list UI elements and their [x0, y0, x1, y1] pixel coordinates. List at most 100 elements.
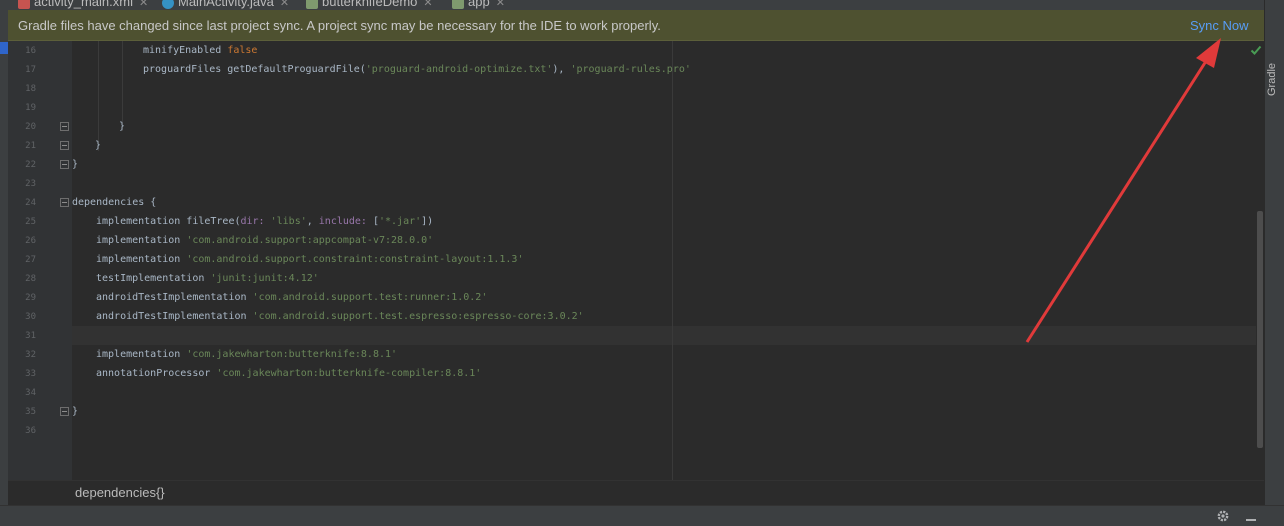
line-number: 32	[25, 350, 36, 360]
scrollbar-thumb[interactable]	[1257, 211, 1263, 448]
fold-marker[interactable]	[60, 122, 69, 131]
indent-guide	[98, 41, 99, 151]
code-line-25: implementation fileTree(dir: 'libs', inc…	[96, 212, 433, 231]
java-class-icon	[162, 0, 174, 9]
gradle-icon	[452, 0, 464, 9]
line-number: 35	[25, 407, 36, 417]
tab-butterknife-demo[interactable]: butterknifeDemo ✕	[306, 0, 433, 10]
gradle-sync-notification: Gradle files have changed since last pro…	[8, 10, 1264, 41]
code-string: 'junit:junit:4.12'	[210, 273, 319, 284]
tab-label: butterknifeDemo	[322, 0, 418, 9]
code-text: androidTestImplementation	[96, 311, 253, 322]
tab-activity-main-xml[interactable]: activity_main.xml ✕	[18, 0, 148, 10]
code-line-22: }	[72, 159, 79, 170]
code-text: implementation	[96, 235, 187, 246]
code-string: 'com.android.support.constraint:constrai…	[186, 254, 524, 265]
code-text: ,	[306, 216, 319, 227]
code-string: 'proguard-rules.pro'	[570, 64, 691, 75]
line-number: 25	[25, 217, 36, 227]
fold-marker[interactable]	[60, 407, 69, 416]
code-param: dir:	[240, 216, 271, 227]
right-margin-guide	[672, 41, 673, 480]
xml-file-icon	[18, 0, 30, 9]
code-line-16: minifyEnabled false	[143, 41, 257, 60]
line-number: 22	[25, 160, 36, 170]
code-text: implementation	[96, 254, 187, 265]
line-number: 19	[25, 103, 36, 113]
code-line-28: testImplementation 'junit:junit:4.12'	[96, 269, 319, 288]
line-number: 33	[25, 369, 36, 379]
close-icon[interactable]: ✕	[280, 0, 289, 9]
code-string: 'libs'	[270, 216, 307, 227]
code-param: include:	[318, 216, 373, 227]
line-number: 24	[25, 198, 36, 208]
line-number: 21	[25, 141, 36, 151]
line-number: 31	[25, 331, 36, 341]
gear-icon[interactable]	[1216, 509, 1230, 523]
code-text: ),	[552, 64, 571, 75]
breadcrumb-bar: dependencies{}	[8, 480, 1264, 506]
left-tool-strip	[0, 10, 8, 515]
close-icon[interactable]: ✕	[496, 0, 505, 9]
close-icon[interactable]: ✕	[423, 0, 432, 9]
code-string: '*.jar'	[379, 216, 422, 227]
notification-message: Gradle files have changed since last pro…	[18, 18, 661, 33]
line-number: 17	[25, 65, 36, 75]
code-string: 'com.android.support.test.espresso:espre…	[252, 311, 584, 322]
fold-marker[interactable]	[60, 198, 69, 207]
line-number: 16	[25, 46, 36, 56]
code-line-17: proguardFiles getDefaultProguardFile('pr…	[143, 60, 691, 79]
code-text: implementation	[96, 349, 187, 360]
minimize-icon[interactable]	[1244, 509, 1258, 523]
gradle-icon	[306, 0, 318, 9]
line-number: 28	[25, 274, 36, 284]
line-number: 18	[25, 84, 36, 94]
fold-marker[interactable]	[60, 160, 69, 169]
line-number: 36	[25, 426, 36, 436]
code-line-30: androidTestImplementation 'com.android.s…	[96, 307, 584, 326]
code-line-27: implementation 'com.android.support.cons…	[96, 250, 523, 269]
tab-label: activity_main.xml	[34, 0, 133, 9]
code-text: androidTestImplementation	[96, 292, 253, 303]
sync-now-link[interactable]: Sync Now	[1190, 18, 1249, 33]
line-number: 30	[25, 312, 36, 322]
caret-row-highlight	[72, 326, 1256, 345]
code-string: 'com.android.support.test:runner:1.0.2'	[252, 292, 488, 303]
code-editor[interactable]: minifyEnabled false proguardFiles getDef…	[72, 41, 1256, 480]
close-icon[interactable]: ✕	[139, 0, 148, 9]
code-line-20: }	[119, 121, 126, 132]
tab-label: MainActivity.java	[178, 0, 274, 9]
code-line-33: annotationProcessor 'com.jakewharton:but…	[96, 364, 481, 383]
status-bar	[0, 505, 1284, 526]
line-number: 23	[25, 179, 36, 189]
tab-main-activity-java[interactable]: MainActivity.java ✕	[162, 0, 289, 10]
code-text: annotationProcessor	[96, 368, 217, 379]
code-string: 'com.jakewharton:butterknife:8.8.1'	[186, 349, 398, 360]
tab-label: app	[468, 0, 490, 9]
vertical-scrollbar[interactable]	[1256, 41, 1264, 480]
code-string: 'com.android.support:appcompat-v7:28.0.0…	[186, 235, 434, 246]
line-number: 34	[25, 388, 36, 398]
line-number: 29	[25, 293, 36, 303]
code-line-35: }	[72, 406, 79, 417]
fold-marker[interactable]	[60, 141, 69, 150]
structure-marker	[0, 42, 8, 54]
code-text: proguardFiles getDefaultProguardFile(	[143, 64, 366, 75]
line-number: 26	[25, 236, 36, 246]
line-number: 20	[25, 122, 36, 132]
code-text: testImplementation	[96, 273, 211, 284]
inspection-ok-check-icon[interactable]	[1250, 44, 1262, 56]
gradle-tool-label: Gradle	[1266, 62, 1278, 96]
breadcrumb[interactable]: dependencies{}	[75, 485, 165, 500]
code-text: implementation fileTree(	[96, 216, 241, 227]
code-text: minifyEnabled	[143, 45, 222, 56]
code-line-24: dependencies {	[72, 197, 157, 208]
code-text: ])	[421, 216, 434, 227]
code-line-32: implementation 'com.jakewharton:butterkn…	[96, 345, 397, 364]
code-line-26: implementation 'com.android.support:appc…	[96, 231, 433, 250]
code-string: 'proguard-android-optimize.txt'	[365, 64, 553, 75]
code-line-21: }	[95, 140, 102, 151]
line-number: 27	[25, 255, 36, 265]
gradle-tool-window-button[interactable]: Gradle	[1266, 50, 1282, 100]
code-string: 'com.jakewharton:butterknife-compiler:8.…	[216, 368, 482, 379]
